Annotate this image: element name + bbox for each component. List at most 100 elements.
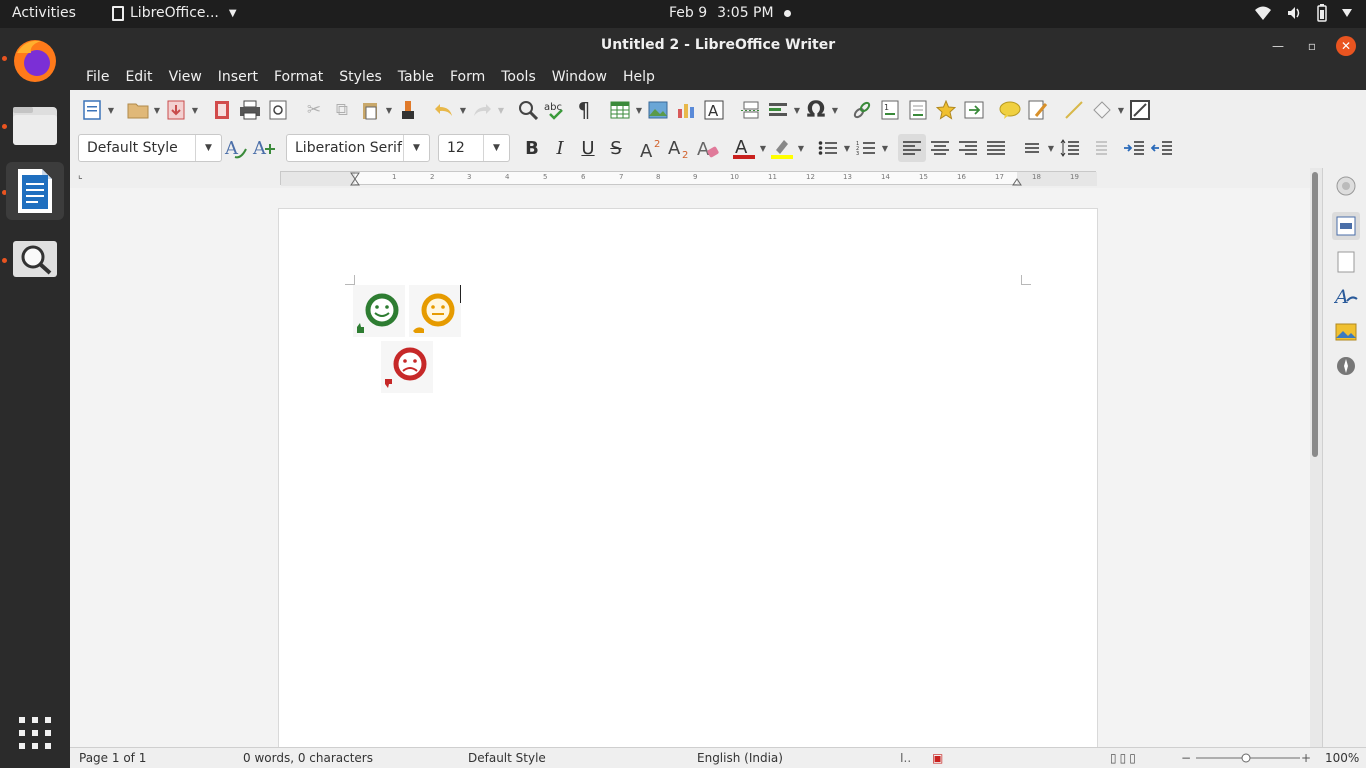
chevron-down-icon[interactable]: ▼ <box>152 106 162 115</box>
chevron-down-icon[interactable]: ▼ <box>842 144 852 153</box>
search-icon[interactable] <box>6 230 64 288</box>
vertical-scrollbar[interactable] <box>1310 168 1322 747</box>
insert-comment-icon[interactable] <box>996 96 1024 124</box>
page-count[interactable]: Page 1 of 1 <box>79 751 146 765</box>
menu-styles[interactable]: Styles <box>331 69 389 85</box>
chevron-down-icon[interactable]: ▼ <box>830 106 840 115</box>
numbered-list-icon[interactable]: 123 <box>852 134 880 162</box>
chevron-down-icon[interactable]: ▼ <box>634 106 644 115</box>
special-character-icon[interactable]: Ω <box>802 96 830 124</box>
text-language[interactable]: English (India) <box>697 751 783 765</box>
highlight-color-icon[interactable] <box>768 134 796 162</box>
sidebar-styles-icon[interactable]: A <box>1332 282 1360 310</box>
subscript-icon[interactable]: A2 <box>666 134 694 162</box>
ruler-indent-markers[interactable] <box>281 172 1097 186</box>
chevron-down-icon[interactable]: ▼ <box>880 144 890 153</box>
font-color-icon[interactable]: A <box>730 134 758 162</box>
sidebar-navigator-icon[interactable] <box>1332 352 1360 380</box>
align-right-icon[interactable] <box>954 134 982 162</box>
cut-icon[interactable]: ✂ <box>300 96 328 124</box>
word-count[interactable]: 0 words, 0 characters <box>243 751 373 765</box>
sidebar-gallery-icon[interactable] <box>1332 318 1360 346</box>
clock[interactable]: Feb 9 3:05 PM <box>669 5 791 21</box>
clone-formatting-icon[interactable] <box>394 96 422 124</box>
happy-face-image[interactable] <box>353 285 405 337</box>
print-preview-icon[interactable] <box>264 96 292 124</box>
insert-image-icon[interactable] <box>644 96 672 124</box>
app-menu[interactable]: LibreOffice... ▼ <box>112 5 237 21</box>
activities-button[interactable]: Activities <box>12 5 76 21</box>
menu-form[interactable]: Form <box>442 69 493 85</box>
insert-textbox-icon[interactable]: A <box>700 96 728 124</box>
menu-file[interactable]: File <box>78 69 117 85</box>
insert-line-icon[interactable] <box>1060 96 1088 124</box>
insert-field-icon[interactable] <box>764 96 792 124</box>
minimize-button[interactable]: — <box>1268 36 1288 56</box>
clear-formatting-icon[interactable]: A <box>694 134 722 162</box>
draw-functions-icon[interactable] <box>1126 96 1154 124</box>
italic-button[interactable]: I <box>546 134 574 162</box>
menu-format[interactable]: Format <box>266 69 331 85</box>
chevron-down-icon[interactable]: ▼ <box>384 106 394 115</box>
open-folder-icon[interactable] <box>124 96 152 124</box>
zoom-in-icon[interactable]: + <box>1301 751 1311 765</box>
chevron-down-icon[interactable]: ▼ <box>1046 144 1056 153</box>
endnote-icon[interactable] <box>904 96 932 124</box>
insert-table-icon[interactable] <box>606 96 634 124</box>
undo-icon[interactable] <box>430 96 458 124</box>
sidebar-properties-icon[interactable] <box>1332 212 1360 240</box>
menu-table[interactable]: Table <box>390 69 442 85</box>
insert-page-break-icon[interactable] <box>736 96 764 124</box>
bookmark-icon[interactable] <box>932 96 960 124</box>
spelling-icon[interactable]: abc <box>542 96 570 124</box>
maximize-button[interactable]: ▫ <box>1302 36 1322 56</box>
neutral-face-image[interactable] <box>409 285 461 337</box>
align-center-icon[interactable] <box>926 134 954 162</box>
underline-button[interactable]: U <box>574 134 602 162</box>
horizontal-ruler[interactable]: 1 2 3 4 5 6 7 8 9 10 11 12 13 14 15 16 1… <box>280 171 1097 186</box>
system-tray[interactable] <box>1254 4 1352 22</box>
align-left-icon[interactable] <box>898 134 926 162</box>
menu-help[interactable]: Help <box>615 69 663 85</box>
new-document-icon[interactable] <box>78 96 106 124</box>
update-style-icon[interactable]: A <box>222 134 250 162</box>
chevron-down-icon[interactable]: ▼ <box>1116 106 1126 115</box>
chevron-down-icon[interactable]: ▼ <box>195 135 221 161</box>
show-apps-icon[interactable] <box>6 704 64 762</box>
tab-stop-icon[interactable]: ⌞ <box>78 170 83 181</box>
insert-mode-icon[interactable]: I.. <box>900 751 911 765</box>
bold-button[interactable]: B <box>518 134 546 162</box>
decrease-spacing-icon[interactable] <box>1084 134 1112 162</box>
save-icon[interactable] <box>162 96 190 124</box>
find-replace-icon[interactable] <box>514 96 542 124</box>
font-size-combo[interactable]: 12 ▼ <box>438 134 510 162</box>
zoom-slider[interactable] <box>1196 753 1300 763</box>
export-pdf-icon[interactable] <box>208 96 236 124</box>
chevron-down-icon[interactable]: ▼ <box>496 106 506 115</box>
increase-indent-icon[interactable] <box>1120 134 1148 162</box>
zoom-level[interactable]: 100% <box>1325 751 1359 765</box>
decrease-indent-icon[interactable] <box>1148 134 1176 162</box>
menu-view[interactable]: View <box>161 69 210 85</box>
chevron-down-icon[interactable]: ▼ <box>758 144 768 153</box>
chevron-down-icon[interactable]: ▼ <box>458 106 468 115</box>
line-spacing-icon[interactable] <box>1018 134 1046 162</box>
sad-face-image[interactable] <box>381 341 433 393</box>
hyperlink-icon[interactable] <box>848 96 876 124</box>
close-button[interactable]: ✕ <box>1336 36 1356 56</box>
menu-edit[interactable]: Edit <box>117 69 160 85</box>
paragraph-style-combo[interactable]: Default Style ▼ <box>78 134 222 162</box>
chevron-down-icon[interactable]: ▼ <box>106 106 116 115</box>
superscript-icon[interactable]: A2 <box>638 134 666 162</box>
redo-icon[interactable] <box>468 96 496 124</box>
firefox-icon[interactable] <box>6 32 64 90</box>
insert-chart-icon[interactable] <box>672 96 700 124</box>
chevron-down-icon[interactable]: ▼ <box>190 106 200 115</box>
chevron-down-icon[interactable]: ▼ <box>796 144 806 153</box>
font-name-combo[interactable]: Liberation Serif ▼ <box>286 134 430 162</box>
bulleted-list-icon[interactable] <box>814 134 842 162</box>
document-page[interactable] <box>278 208 1098 768</box>
formatting-marks-icon[interactable]: ¶ <box>570 96 598 124</box>
zoom-out-icon[interactable]: − <box>1181 751 1191 765</box>
writer-icon[interactable] <box>6 162 64 220</box>
